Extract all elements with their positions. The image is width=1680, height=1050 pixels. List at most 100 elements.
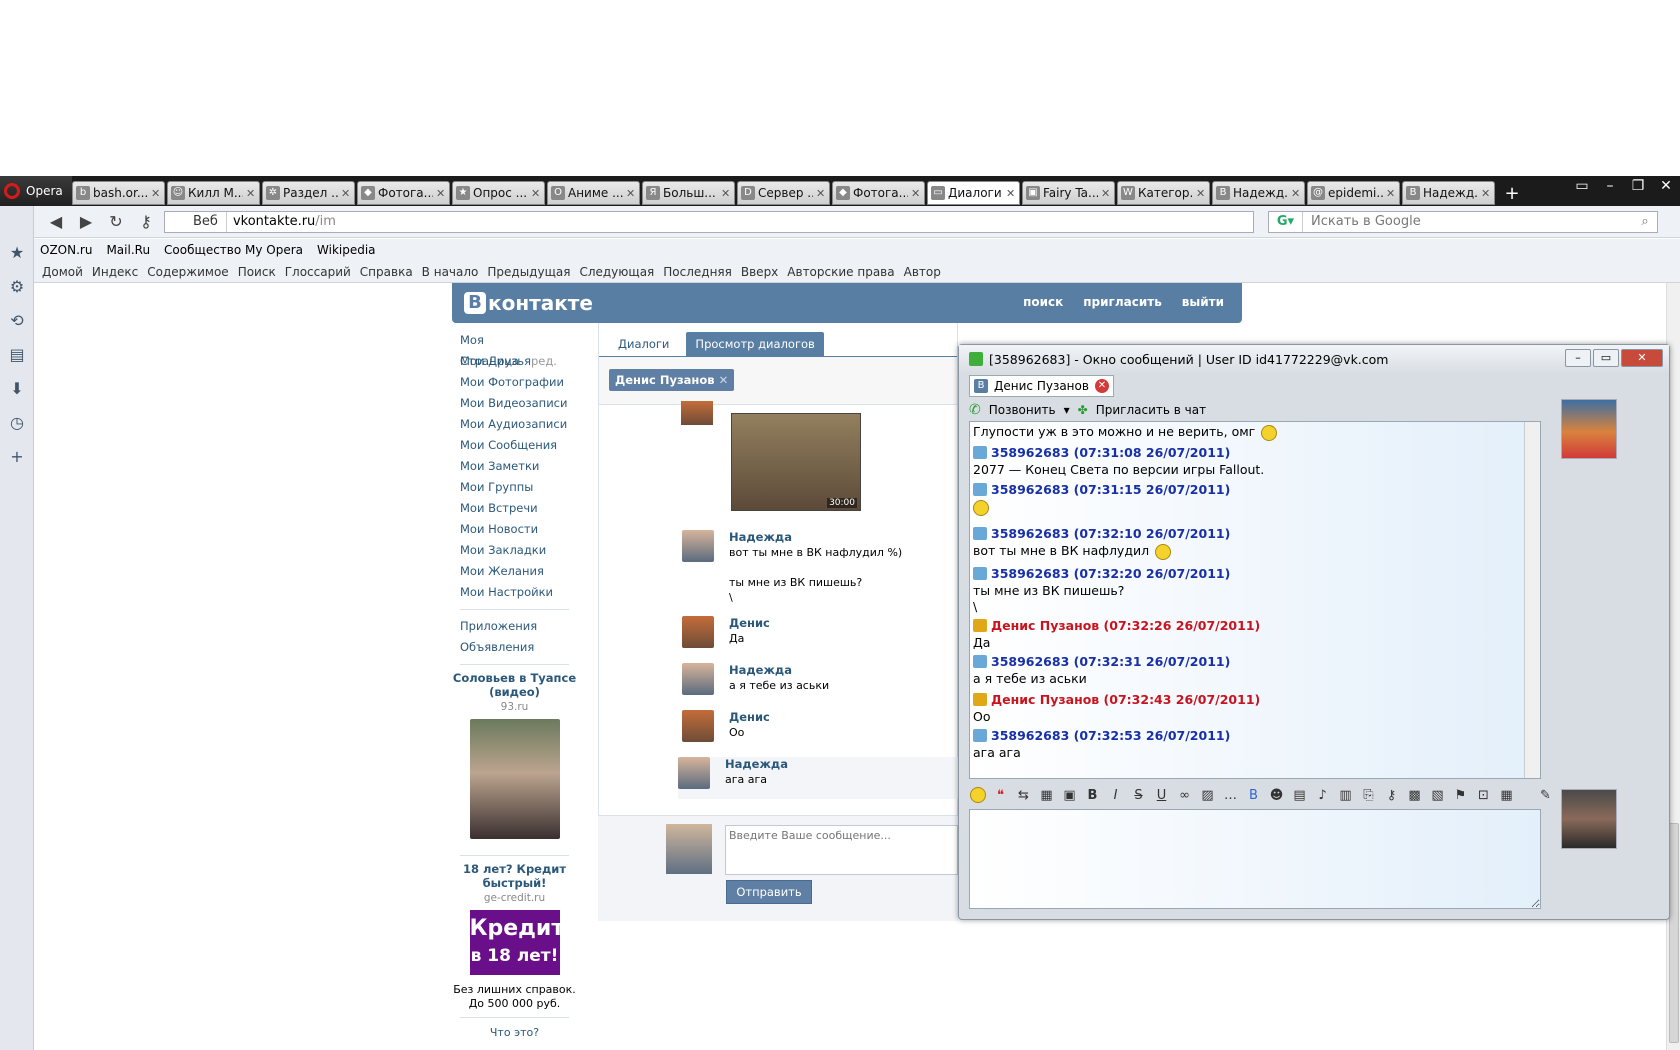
menu-item[interactable]: Мои Группы (452, 477, 577, 498)
browser-tab[interactable]: Я Больш... ✕ (642, 181, 735, 205)
nav-link[interactable]: Автор (904, 265, 941, 279)
browser-tab[interactable]: D Сервер ... ✕ (737, 181, 830, 205)
restore-icon[interactable]: ❐ (1624, 176, 1652, 198)
message-author[interactable]: Денис (729, 616, 770, 630)
qip-close-icon[interactable]: ✕ (1621, 349, 1663, 367)
underline-icon[interactable]: U (1153, 788, 1170, 803)
reload-icon[interactable]: ↻ (104, 210, 128, 234)
downloads-icon[interactable]: ⬇ (0, 372, 34, 406)
tab-close-icon[interactable]: ✕ (721, 187, 731, 200)
top-link[interactable]: пригласить (1083, 295, 1162, 309)
tab-close-icon[interactable]: ✕ (1006, 187, 1016, 200)
nav-link[interactable]: Последняя (663, 265, 732, 279)
menu-item[interactable]: Мои Аудиозаписи (452, 414, 577, 435)
history-icon[interactable]: ◷ (0, 406, 34, 440)
strike-icon[interactable]: S (1130, 788, 1147, 803)
phone-icon[interactable]: ✆ (969, 402, 981, 418)
browser-tab[interactable]: ✲ Раздел ... ✕ (262, 181, 355, 205)
tab-close-icon[interactable]: ✕ (1196, 187, 1206, 200)
browser-tab[interactable]: ☺ Килл М... ✕ (167, 181, 260, 205)
ad-image[interactable]: Кредит в 18 лет! (469, 910, 564, 975)
invite-chat-button[interactable]: Пригласить в чат (1096, 403, 1206, 417)
scroll-thumb[interactable] (1669, 823, 1679, 1043)
bookmarks-star-icon[interactable]: ★ (0, 236, 34, 270)
menu-item[interactable]: Мои Фотографии (452, 372, 577, 393)
music-icon[interactable]: ♪ (1314, 788, 1331, 803)
ad-title[interactable]: Соловьев в Туапсе (видео) (452, 671, 577, 699)
search-field[interactable]: G▾ Искать в Google ⌕ (1268, 210, 1658, 233)
bookmark-link[interactable]: Wikipedia (317, 243, 376, 257)
browser-tab[interactable]: ◆ Фотога... ✕ (357, 181, 450, 205)
save-icon[interactable]: ▣ (1061, 788, 1078, 803)
close-tab-icon[interactable]: ✕ (1094, 379, 1109, 393)
video-thumbnail[interactable]: 30:00 (731, 413, 861, 511)
menu-item[interactable]: Мои Друзья (452, 351, 577, 372)
menu-item[interactable]: Мои Сообщения (452, 435, 577, 456)
settings-gear-icon[interactable]: ⚙ (0, 270, 34, 304)
message-avatar[interactable] (678, 757, 710, 789)
tab-close-icon[interactable]: ✕ (1481, 187, 1491, 200)
message-avatar[interactable] (682, 616, 714, 648)
image-icon[interactable]: ▨ (1199, 788, 1216, 803)
flag-icon[interactable]: ⚑ (1452, 788, 1469, 803)
vk-icon[interactable]: B (1245, 788, 1262, 803)
browser-tab[interactable]: BНадежд...✕ (1402, 181, 1495, 205)
browser-tab[interactable]: ◆ Фотога... ✕ (832, 181, 925, 205)
bookmark-link[interactable]: OZON.ru (40, 243, 92, 257)
browser-tab[interactable]: BНадежд...✕ (1212, 181, 1305, 205)
table-icon[interactable]: ▤ (1291, 788, 1308, 803)
top-link[interactable]: поиск (1023, 295, 1063, 309)
bookmark-link[interactable]: Mail.Ru (106, 243, 150, 257)
qip-contact-tab[interactable]: B Денис Пузанов ✕ (969, 375, 1114, 397)
italic-icon[interactable]: I (1107, 788, 1124, 803)
menu-item[interactable]: Мои Заметки (452, 456, 577, 477)
message-avatar[interactable] (682, 710, 714, 742)
menu-item[interactable]: Мои Новости (452, 519, 577, 540)
tab-close-icon[interactable]: ✕ (1101, 187, 1111, 200)
send-file-icon[interactable]: ⇆ (1015, 788, 1032, 803)
message-input[interactable] (725, 825, 958, 875)
key-icon[interactable]: ⚷ (1383, 788, 1400, 803)
ad-image[interactable] (469, 719, 560, 839)
tab-close-icon[interactable]: ✕ (1291, 187, 1301, 200)
nav-link[interactable]: Содержимое (147, 265, 228, 279)
search-icon[interactable]: ⌕ (1633, 214, 1657, 229)
bookmark-link[interactable]: Сообщество My Opera (164, 243, 303, 257)
vk-logo[interactable]: Вконтакте (464, 291, 593, 315)
nav-link[interactable]: Предыдущая (487, 265, 570, 279)
message-author[interactable]: Надежда (725, 757, 788, 771)
notes-icon[interactable]: ▤ (0, 338, 34, 372)
menu-item[interactable]: Мои Встречи (452, 498, 577, 519)
link-icon[interactable]: ∞ (1176, 788, 1193, 803)
browser-tab[interactable]: @ epidemi... ✕ (1307, 181, 1400, 205)
tab-close-icon[interactable]: ✕ (816, 187, 826, 200)
nav-link[interactable]: Вверх (741, 265, 778, 279)
remove-peer-icon[interactable]: ✕ (719, 373, 729, 387)
export-icon[interactable]: ⎘ (1360, 788, 1377, 803)
unite-icon[interactable]: ⟲ (0, 304, 34, 338)
qip-title-bar[interactable]: [358962683] - Окно сообщений | User ID i… (959, 345, 1669, 373)
browser-tab[interactable]: ▣ Fairy Ta... ✕ (1022, 181, 1115, 205)
add-panel-icon[interactable]: + (0, 440, 34, 474)
more-icon[interactable]: … (1222, 788, 1239, 803)
opera-menu-button[interactable]: Opera (0, 176, 72, 206)
nav-link[interactable]: В начало (422, 265, 479, 279)
nav-link[interactable]: Индекс (92, 265, 138, 279)
tab-close-icon[interactable]: ✕ (436, 187, 446, 200)
nav-link[interactable]: Поиск (238, 265, 276, 279)
browser-tab[interactable]: ▭ Диалоги ✕ (927, 181, 1020, 205)
tab-close-icon[interactable]: ✕ (911, 187, 921, 200)
minimize-icon[interactable]: – (1596, 176, 1624, 198)
peer-chip[interactable]: Денис Пузанов ✕ (609, 369, 735, 391)
vk-tab[interactable]: Диалоги (609, 332, 678, 356)
tab-close-icon[interactable]: ✕ (531, 187, 541, 200)
menu-item[interactable]: Моя Страница ред. (452, 330, 577, 368)
split-icon[interactable]: ⊡ (1475, 788, 1492, 803)
browser-tab[interactable]: WКатегор...✕ (1117, 181, 1210, 205)
edit-link[interactable]: ред. (531, 354, 557, 368)
new-tab-button[interactable]: + (1497, 181, 1527, 205)
tab-close-icon[interactable]: ✕ (341, 187, 351, 200)
video-icon[interactable]: ▥ (1337, 788, 1354, 803)
message-avatar[interactable] (682, 530, 714, 562)
tab-close-icon[interactable]: ✕ (151, 187, 161, 200)
